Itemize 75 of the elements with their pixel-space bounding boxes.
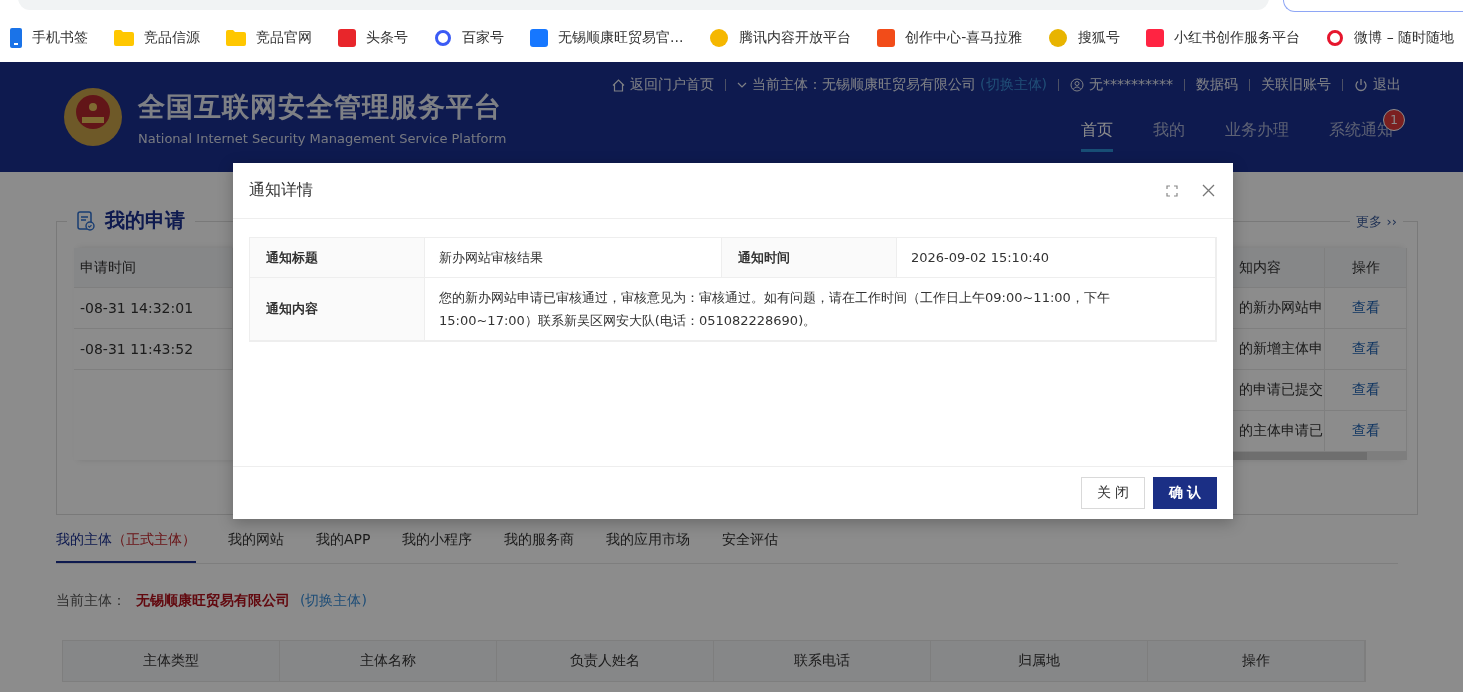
- fullscreen-icon[interactable]: [1166, 184, 1178, 197]
- bookmark-link[interactable]: 竞品信源: [144, 29, 200, 47]
- nav-tab[interactable]: 业务办理: [1225, 120, 1289, 152]
- entity-tab[interactable]: 安全评估: [722, 525, 779, 563]
- scrollbar-thumb[interactable]: [1233, 452, 1367, 460]
- view-link[interactable]: 查看: [1351, 381, 1380, 399]
- column-header: 负责人姓名: [497, 641, 714, 681]
- nav-tab[interactable]: 首页: [1081, 120, 1113, 152]
- bookmark-link[interactable]: 创作中心-喜马拉雅: [905, 29, 1023, 47]
- bookmark-link[interactable]: 无锡顺康旺贸易官...: [558, 29, 684, 47]
- site-title: 全国互联网安全管理服务平台: [138, 89, 503, 124]
- bookmark-link[interactable]: 头条号: [366, 29, 408, 47]
- bookmark-link[interactable]: 微博 – 随时随地: [1354, 29, 1455, 47]
- user-icon: [1070, 78, 1084, 92]
- dialog-title: 通知详情: [249, 180, 313, 201]
- entity-tab[interactable]: 我的服务商: [504, 525, 575, 563]
- scrollbar[interactable]: [1233, 452, 1407, 460]
- bookmark-link[interactable]: 竞品官网: [256, 29, 312, 47]
- site-icon: [877, 29, 896, 47]
- folder-icon: [226, 30, 246, 46]
- column-header: 归属地: [931, 641, 1148, 681]
- header-link[interactable]: 数据码: [1196, 76, 1238, 94]
- view-link[interactable]: 查看: [1351, 422, 1380, 440]
- home-icon: [612, 78, 626, 92]
- column-header: 主体名称: [280, 641, 497, 681]
- phone-icon: [10, 28, 22, 48]
- chevron-down-icon: [737, 82, 748, 88]
- column-header: 申请时间: [74, 248, 233, 288]
- site-subtitle: National Internet Security Management Service Platform: [138, 130, 507, 146]
- site-icon: [530, 29, 548, 47]
- view-link[interactable]: 查看: [1351, 340, 1380, 358]
- field-label: 通知内容: [250, 278, 425, 341]
- site-icon: [709, 28, 730, 48]
- column-header: 主体类型: [63, 641, 280, 681]
- nav-tab[interactable]: 我的: [1153, 120, 1185, 152]
- view-link[interactable]: 查看: [1351, 299, 1380, 317]
- confirm-button[interactable]: 确 认: [1153, 477, 1217, 509]
- header-link[interactable]: 退出: [1373, 76, 1401, 94]
- site-icon: [1146, 29, 1165, 47]
- current-entity-name: 无锡顺康旺贸易有限公司: [136, 592, 290, 610]
- bookmark-link[interactable]: 腾讯内容开放平台: [739, 29, 852, 47]
- entity-tab[interactable]: 我的网站: [228, 525, 284, 563]
- site-icon: [338, 29, 356, 47]
- entity-tab[interactable]: 我的主体（正式主体）: [56, 525, 196, 563]
- column-header: 操作: [1148, 641, 1365, 681]
- header-link[interactable]: 无**********: [1089, 76, 1173, 94]
- header-link[interactable]: 关联旧账号: [1261, 76, 1331, 94]
- current-entity-label: 当前主体：: [56, 592, 126, 610]
- more-link[interactable]: 更多 ››: [1350, 213, 1403, 231]
- section-title: 我的申请: [105, 207, 185, 234]
- site-icon: [1048, 28, 1069, 48]
- column-header: 操作: [1325, 248, 1407, 288]
- bookmark-link[interactable]: 手机书签: [32, 29, 88, 47]
- document-check-icon: [77, 210, 95, 231]
- entity-tab[interactable]: 我的APP: [316, 525, 371, 563]
- switch-entity-link[interactable]: (切换主体): [300, 592, 367, 610]
- bookmark-link[interactable]: 百家号: [462, 29, 504, 47]
- bookmark-link[interactable]: 小红书创作服务平台: [1174, 29, 1301, 47]
- close-icon[interactable]: [1202, 184, 1215, 197]
- power-icon: [1354, 78, 1368, 92]
- field-value: 2026-09-02 15:10:40: [897, 238, 1216, 278]
- entity-tab[interactable]: 我的小程序: [402, 525, 473, 563]
- site-icon: [1326, 29, 1345, 47]
- site-icon: [434, 29, 452, 47]
- column-header: 知内容: [1233, 248, 1325, 288]
- field-label: 通知时间: [722, 238, 897, 278]
- bookmark-link[interactable]: 搜狐号: [1078, 29, 1121, 47]
- header-link[interactable]: 当前主体：无锡顺康旺贸易有限公司: [752, 76, 977, 94]
- field-label: 通知标题: [250, 238, 425, 278]
- field-value: 您的新办网站申请已审核通过，审核意见为：审核通过。如有问题，请在工作时间（工作日上午09:00~11:00，下午15:00~17:00）联系新吴区网安大队(电话：051082228690)。: [425, 278, 1216, 341]
- column-header: 联系电话: [714, 641, 931, 681]
- folder-icon: [114, 30, 134, 46]
- close-button[interactable]: 关 闭: [1081, 477, 1145, 509]
- header-link[interactable]: 返回门户首页: [630, 76, 715, 94]
- entity-tab[interactable]: 我的应用市场: [606, 525, 691, 563]
